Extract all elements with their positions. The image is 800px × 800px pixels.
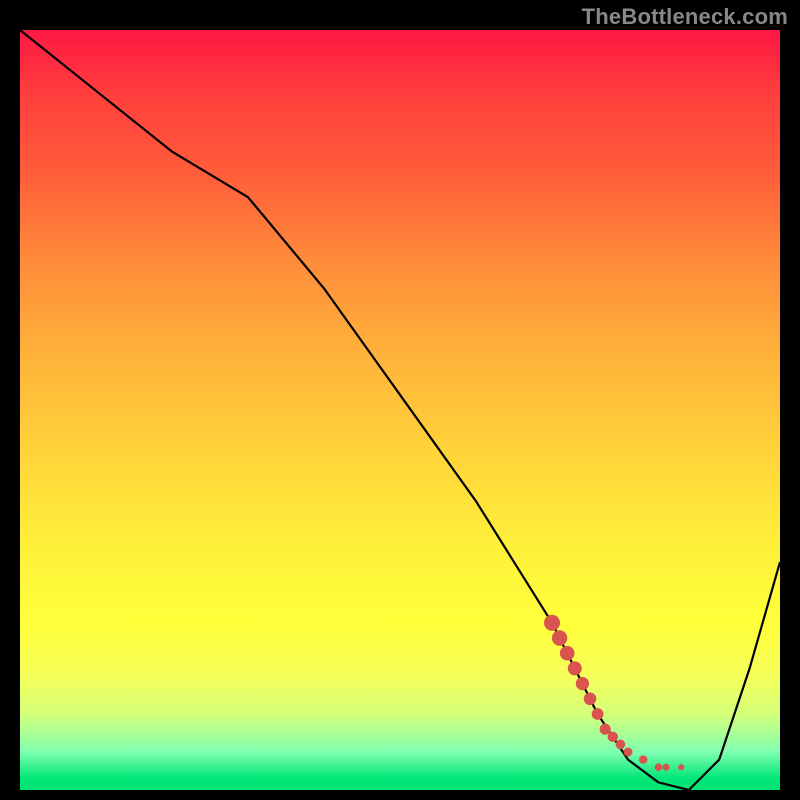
watermark-text: TheBottleneck.com: [582, 4, 788, 30]
highlight-point: [552, 630, 567, 645]
chart-container: TheBottleneck.com: [0, 0, 800, 800]
highlight-point: [544, 615, 560, 631]
plot-svg: [20, 30, 780, 790]
highlight-point: [568, 661, 582, 675]
plot-area: [20, 30, 780, 790]
highlight-point: [584, 693, 597, 706]
highlight-point: [600, 724, 611, 735]
highlight-point: [576, 677, 589, 690]
highlight-point: [639, 755, 647, 763]
highlight-point: [592, 708, 604, 720]
highlight-point: [655, 763, 663, 771]
highlight-point: [616, 740, 626, 750]
highlight-point: [678, 764, 684, 770]
highlight-point: [608, 732, 618, 742]
bottleneck-curve-path: [20, 30, 780, 790]
highlight-point: [624, 748, 633, 757]
highlight-point: [663, 764, 670, 771]
highlight-point: [560, 646, 575, 661]
highlight-points-group: [544, 615, 684, 771]
